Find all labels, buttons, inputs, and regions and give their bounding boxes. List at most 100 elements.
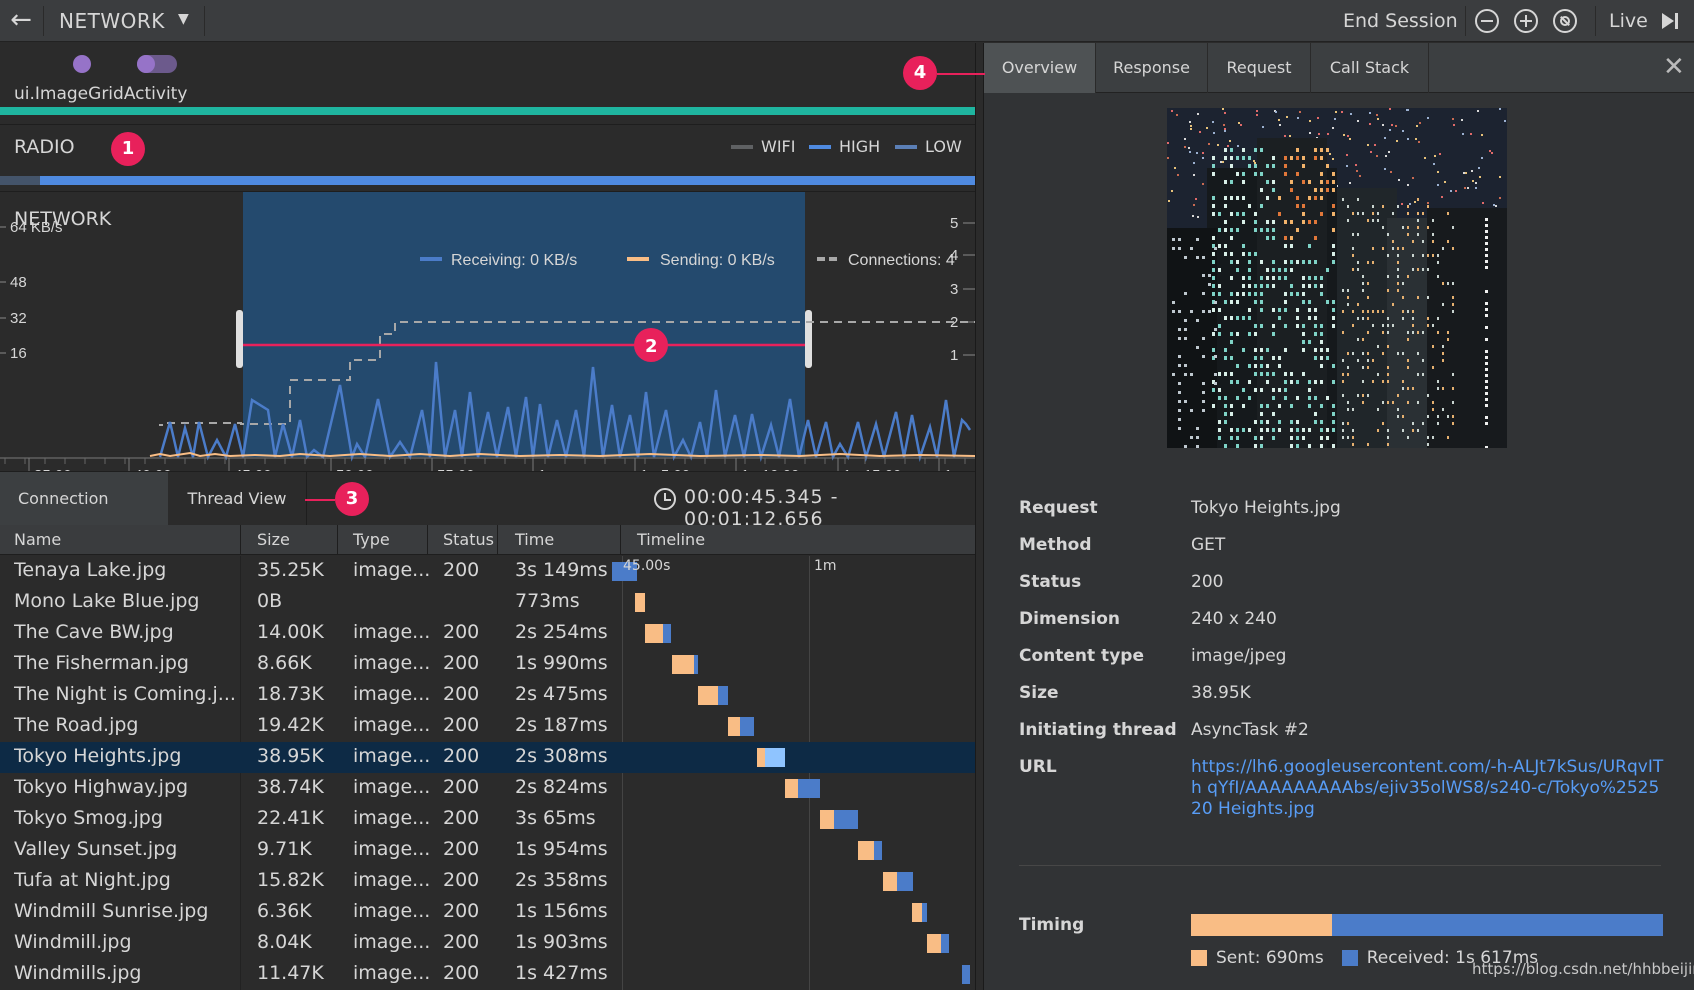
preview-window [1442,408,1444,411]
preview-window [1417,352,1419,355]
arrow-left-icon[interactable]: ← [6,6,36,36]
preview-window [1397,415,1399,418]
column-divider[interactable] [620,525,621,555]
table-row[interactable]: Mono Lake Blue.jpg 0B 773ms [0,587,975,618]
tab-connection-view[interactable]: Connection View [0,472,168,562]
column-divider[interactable] [427,525,428,555]
column-header-size[interactable]: Size [257,530,290,549]
preview-light [1168,200,1170,202]
preview-window [1452,226,1454,229]
column-header-time[interactable]: Time [515,530,554,549]
preview-light [1499,176,1501,178]
column-divider[interactable] [497,525,498,555]
end-session-button[interactable]: End Session [1343,10,1458,32]
preview-light [1217,144,1219,146]
tab-overview[interactable]: Overview [984,43,1096,93]
table-row[interactable]: Windmill Sunrise.jpg 6.36K image... 200 1s 1… [0,897,975,928]
table-row[interactable]: Tokyo Smog.jpg 22.41K image... 200 3s 65ms [0,804,975,835]
profiler-selector[interactable]: NETWORK [59,9,165,33]
tab-response[interactable]: Response [1096,43,1208,93]
preview-window [1254,332,1257,336]
preview-window [1224,444,1227,448]
column-divider[interactable] [337,525,338,555]
preview-window [1202,382,1205,385]
preview-light [1184,138,1186,140]
timeline-sent-bar [927,934,941,953]
preview-window [1447,282,1449,285]
preview-window [1362,380,1364,383]
timeline-received-bar [941,934,949,953]
reset-zoom-icon[interactable] [1553,9,1577,33]
preview-window [1272,228,1275,232]
go-live-icon[interactable] [1660,11,1680,31]
preview-window [1296,172,1299,176]
tab-request[interactable]: Request [1208,43,1311,93]
preview-light [1493,204,1495,206]
preview-window [1432,366,1434,369]
preview-window [1248,260,1251,264]
zoom-in-icon[interactable] [1514,9,1538,33]
url-link[interactable]: https://lh6.googleusercontent.com/-h-ALJ… [1191,757,1666,820]
activity-bar[interactable] [0,107,975,115]
preview-window [1397,289,1399,292]
column-header-name[interactable]: Name [14,530,61,549]
preview-window [1362,338,1364,341]
preview-window [1357,261,1359,264]
vertical-splitter[interactable] [975,43,984,990]
preview-window [1342,380,1344,383]
column-header-type[interactable]: Type [353,530,390,549]
live-button[interactable]: Live [1609,10,1648,32]
preview-window [1284,372,1287,376]
table-row[interactable]: Valley Sunset.jpg 9.71K image... 200 1s 954m… [0,835,975,866]
preview-window [1347,422,1349,425]
column-divider[interactable] [240,525,241,555]
preview-window [1308,428,1311,432]
chevron-down-icon[interactable]: ▼ [178,11,189,27]
column-header-status[interactable]: Status [443,530,494,549]
preview-window [1242,292,1245,296]
cell-type: image... [353,745,431,767]
y-right-tick-label: 5 [950,215,958,232]
table-row[interactable]: Tokyo Heights.jpg 38.95K image... 200 2s 308… [0,742,975,773]
preview-window [1320,420,1323,424]
table-row[interactable]: Windmill.jpg 8.04K image... 200 1s 903ms [0,928,975,959]
preview-light [1419,122,1421,124]
y-right-tick-label: 3 [950,281,958,298]
table-row[interactable]: The Night is Coming.j... 18.73K image... 20… [0,680,975,711]
preview-window [1314,220,1317,224]
preview-window [1296,396,1299,400]
touch-event-marker[interactable] [73,55,91,73]
preview-light [1332,127,1334,129]
table-row[interactable]: Tokyo Highway.jpg 38.74K image... 200 2s 824… [0,773,975,804]
preview-window [1284,324,1287,328]
preview-window [1230,372,1233,376]
legend-high: HIGH [809,137,880,156]
network-chart-canvas[interactable]: 64 KB/s4832165432135.00s40.00s45.00s50.0… [0,192,975,487]
preview-window [1212,308,1215,312]
preview-window [1417,198,1419,201]
table-row[interactable]: Windmills.jpg 11.47K image... 200 1s 427ms [0,959,975,990]
preview-window [1266,276,1269,280]
preview-light [1450,190,1452,192]
cell-time: 3s 65ms [515,807,596,829]
zoom-out-icon[interactable] [1475,9,1499,33]
cell-size: 8.66K [257,652,312,674]
table-row[interactable]: The Cave BW.jpg 14.00K image... 200 2s 254ms [0,618,975,649]
preview-light [1286,116,1288,118]
table-row[interactable]: The Road.jpg 19.42K image... 200 2s 187ms [0,711,975,742]
preview-window [1407,310,1409,313]
tab-call-stack[interactable]: Call Stack [1311,43,1429,93]
preview-light [1481,157,1483,159]
preview-light [1465,172,1467,174]
column-header-timeline[interactable]: Timeline [637,530,705,549]
preview-window [1332,212,1335,216]
network-chart[interactable]: 64 KB/s4832165432135.00s40.00s45.00s50.0… [0,191,975,615]
preview-window [1272,268,1275,272]
preview-window [1266,196,1269,200]
table-row[interactable]: The Fisherman.jpg 8.66K image... 200 1s 990m… [0,649,975,680]
tab-thread-view[interactable]: Thread View [168,472,307,526]
table-row[interactable]: Tufa at Night.jpg 15.82K image... 200 2s 358… [0,866,975,897]
close-icon[interactable]: ✕ [1663,52,1685,82]
preview-window [1302,436,1305,440]
selection-range: 00:00:45.345 - 00:01:12.656 [684,486,839,530]
